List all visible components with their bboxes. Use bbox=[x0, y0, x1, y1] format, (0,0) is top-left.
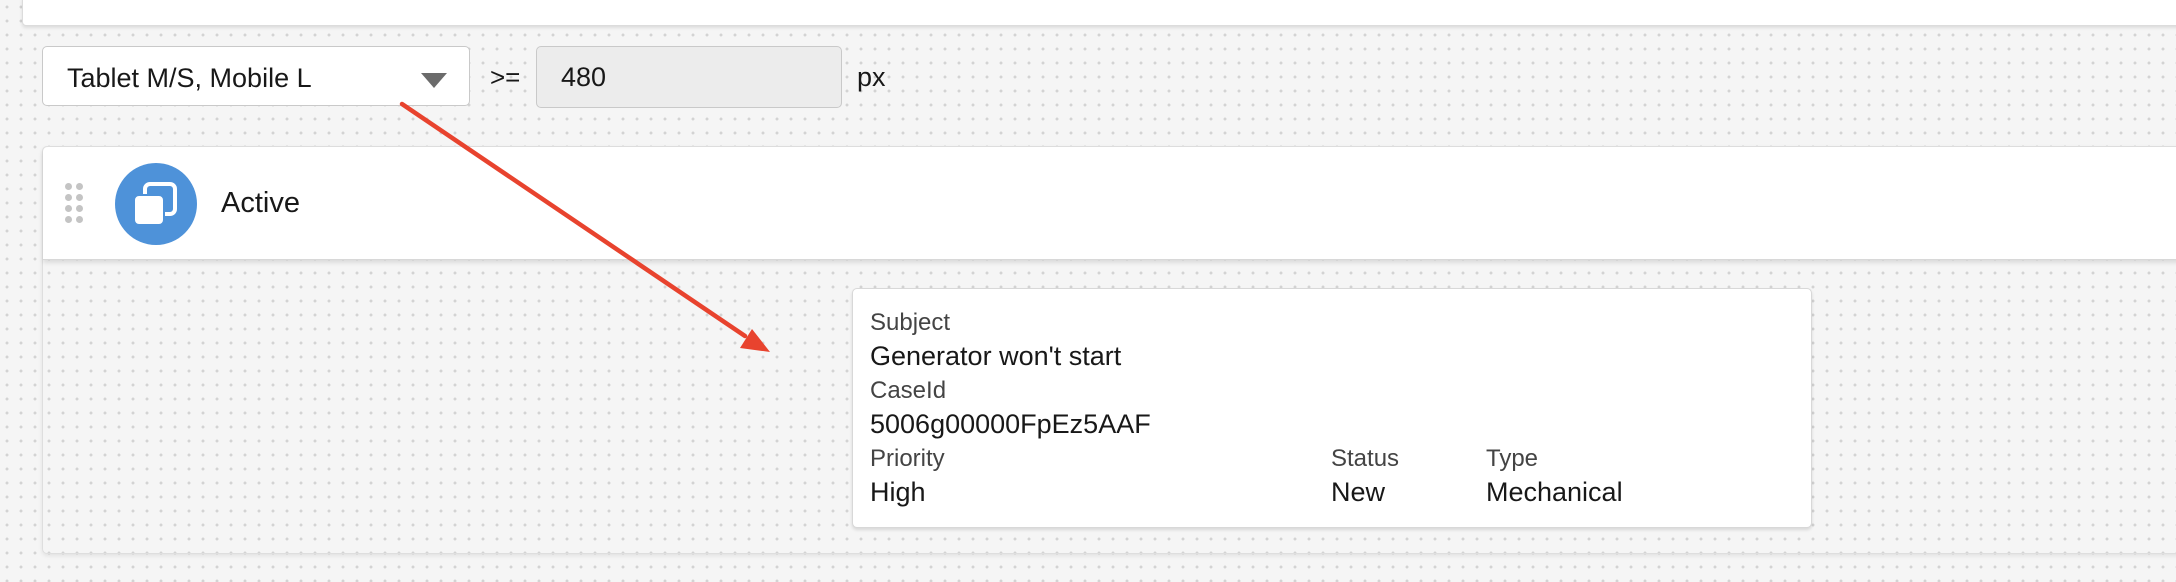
status-value: New bbox=[1331, 477, 1386, 507]
subject-value: Generator won't start bbox=[870, 341, 1122, 371]
type-label: Type bbox=[1486, 445, 1539, 472]
breakpoint-width-input[interactable] bbox=[536, 46, 842, 108]
chevron-down-icon[interactable] bbox=[421, 73, 447, 88]
caseid-label: CaseId bbox=[870, 377, 947, 404]
stacked-squares-icon bbox=[115, 163, 197, 245]
drag-handle-icon[interactable] bbox=[65, 183, 85, 225]
device-breakpoint-select[interactable]: Tablet M/S, Mobile L bbox=[42, 46, 470, 106]
top-panel bbox=[22, 0, 2176, 26]
status-label: Status bbox=[1331, 445, 1400, 472]
case-record-card: Subject Generator won't start CaseId 500… bbox=[852, 288, 1812, 528]
caseid-value: 5006g00000FpEz5AAF bbox=[870, 409, 1151, 439]
priority-label: Priority bbox=[870, 445, 945, 472]
comparison-operator: >= bbox=[490, 62, 521, 92]
type-value: Mechanical bbox=[1486, 477, 1623, 507]
priority-value: High bbox=[870, 477, 926, 507]
device-select-value: Tablet M/S, Mobile L bbox=[67, 63, 312, 93]
panel-title: Active bbox=[221, 187, 300, 219]
panel-header: Active bbox=[43, 147, 2176, 260]
subject-label: Subject bbox=[870, 309, 951, 336]
unit-label: px bbox=[857, 62, 886, 92]
